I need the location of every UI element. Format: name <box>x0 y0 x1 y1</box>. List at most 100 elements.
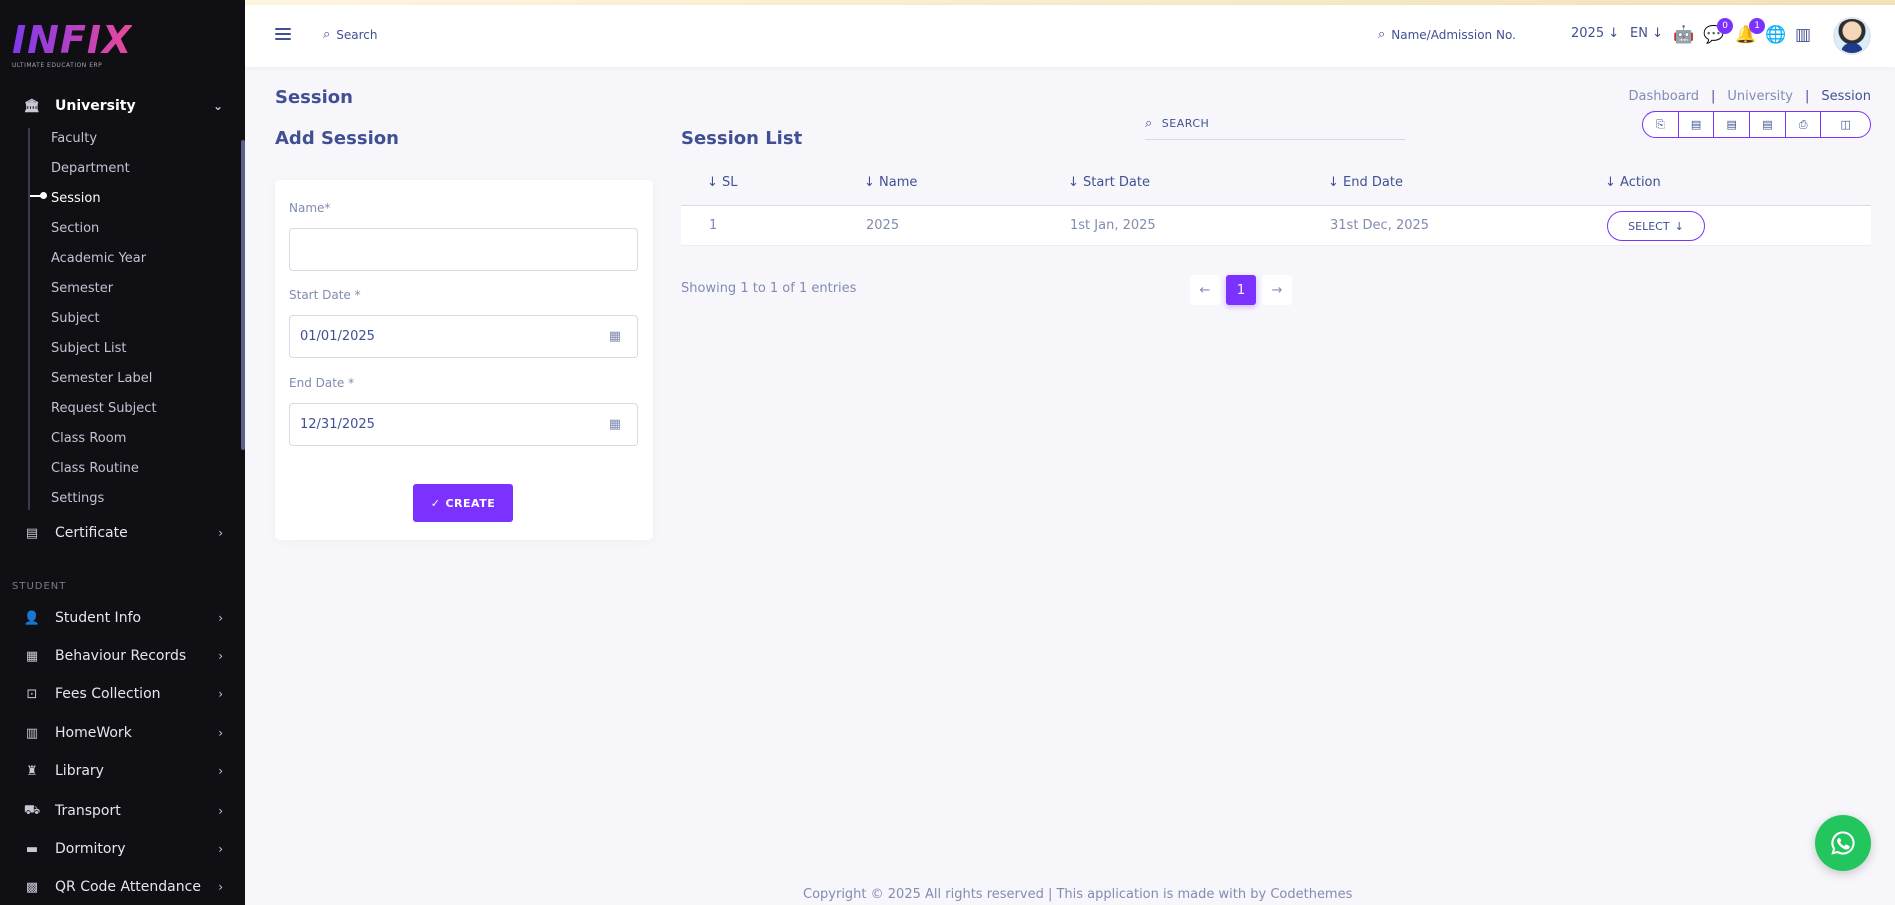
chevron-right-icon: › <box>218 804 223 818</box>
breadcrumb-dashboard[interactable]: Dashboard <box>1629 89 1700 104</box>
column-label: Action <box>1620 175 1661 190</box>
select-label: SELECT <box>1628 219 1670 233</box>
chart-icon[interactable]: ▥ <box>1795 25 1811 45</box>
sidebar-item-label: QR Code Attendance <box>55 879 201 895</box>
calendar-icon[interactable]: ▦ <box>609 417 621 432</box>
end-date-input[interactable]: 12/31/2025 ▦ <box>289 403 638 446</box>
excel-icon[interactable]: ▤ <box>1679 112 1715 137</box>
logo[interactable]: INFIX ULTIMATE EDUCATION ERP <box>12 20 132 69</box>
logo-text: INFIX <box>12 18 133 62</box>
csv-icon[interactable]: ▤ <box>1714 112 1751 137</box>
columns-icon[interactable]: ◫ <box>1821 112 1870 137</box>
export-button-group: ⎘ ▤ ▤ ▤ ⎙ ◫ <box>1642 111 1871 138</box>
robot-icon[interactable]: 🤖 <box>1673 25 1694 45</box>
column-start-date[interactable]: ↓ Start Date <box>1068 175 1150 190</box>
end-date-value: 12/31/2025 <box>300 417 375 432</box>
sidebar-subitem-class-room[interactable]: Class Room <box>51 431 126 446</box>
sidebar-section-student: STUDENT <box>12 581 67 592</box>
sidebar-subitem-academic-year[interactable]: Academic Year <box>51 251 146 266</box>
sidebar-subitem-semester[interactable]: Semester <box>51 281 113 296</box>
session-list-heading: Session List <box>681 128 803 149</box>
chevron-right-icon: › <box>218 764 223 778</box>
year-select[interactable]: 2025 ↓ <box>1571 26 1619 41</box>
sidebar-subitem-session[interactable]: Session <box>51 191 101 206</box>
sidebar-subitem-faculty[interactable]: Faculty <box>51 131 97 146</box>
breadcrumb-session: Session <box>1821 89 1871 104</box>
sidebar-item-homework[interactable]: ▥ HomeWork › <box>0 718 245 748</box>
chevron-right-icon: › <box>218 649 223 663</box>
sidebar-item-behaviour-records[interactable]: ▦ Behaviour Records › <box>0 641 245 671</box>
start-date-value: 01/01/2025 <box>300 329 375 344</box>
sidebar-subitem-semester-label[interactable]: Semester Label <box>51 371 152 386</box>
whatsapp-button[interactable] <box>1815 815 1871 871</box>
page-title: Session <box>275 87 353 108</box>
cell-sl: 1 <box>709 218 718 233</box>
column-label: SL <box>722 175 738 190</box>
sidebar-subitem-subject[interactable]: Subject <box>51 311 100 326</box>
sidebar-item-fees-collection[interactable]: ⊡ Fees Collection › <box>0 679 245 709</box>
list-search-placeholder: SEARCH <box>1161 117 1210 130</box>
column-name[interactable]: ↓ Name <box>864 175 917 190</box>
messages-badge: 0 <box>1717 18 1734 34</box>
globe-icon[interactable]: 🌐 <box>1765 25 1786 45</box>
next-page-button[interactable]: → <box>1262 275 1292 305</box>
footer-copyright: Copyright © 2025 All rights reserved | T… <box>803 887 1353 902</box>
sidebar-item-university[interactable]: 🏛 University ⌄ <box>0 91 245 121</box>
sidebar-subitem-class-routine[interactable]: Class Routine <box>51 461 139 476</box>
language-select[interactable]: EN ↓ <box>1630 26 1663 41</box>
menu-icon[interactable] <box>275 28 291 40</box>
select-action-button[interactable]: SELECT ↓ <box>1607 211 1705 241</box>
breadcrumb-separator: | <box>1805 89 1810 104</box>
create-button-label: CREATE <box>445 496 496 510</box>
column-end-date[interactable]: ↓ End Date <box>1328 175 1403 190</box>
start-date-label: Start Date * <box>289 288 361 302</box>
pagination: ← 1 → <box>1190 275 1292 305</box>
sidebar-subitem-request-subject[interactable]: Request Subject <box>51 401 157 416</box>
sidebar-item-label: Student Info <box>55 610 142 626</box>
sidebar-item-label: Dormitory <box>55 841 126 857</box>
bell-icon[interactable]: 🔔 1 <box>1735 18 1766 45</box>
sidebar-item-label: HomeWork <box>55 725 132 741</box>
name-input[interactable] <box>289 228 638 271</box>
sidebar-item-library[interactable]: ♜ Library › <box>0 756 245 786</box>
sidebar-item-certificate[interactable]: ▤ Certificate › <box>0 518 245 548</box>
sidebar-subitem-department[interactable]: Department <box>51 161 130 176</box>
calendar-icon[interactable]: ▦ <box>609 329 621 344</box>
sidebar-item-student-info[interactable]: 👤 Student Info › <box>0 603 245 633</box>
column-label: Start Date <box>1083 175 1150 190</box>
sidebar-item-qr-code-attendance[interactable]: ▩ QR Code Attendance › <box>0 872 245 902</box>
sidebar-subitem-section[interactable]: Section <box>51 221 99 236</box>
column-action[interactable]: ↓ Action <box>1605 175 1661 190</box>
search-icon: ⌕ <box>323 27 331 42</box>
print-icon[interactable]: ⎙ <box>1786 112 1822 137</box>
arrow-down-icon: ↓ <box>1608 26 1620 41</box>
breadcrumb-university[interactable]: University <box>1727 89 1793 104</box>
column-sl[interactable]: ↓ SL <box>707 175 738 190</box>
create-button[interactable]: ✓ CREATE <box>413 484 513 522</box>
sidebar-scrollbar[interactable] <box>241 140 245 450</box>
add-session-form: Name* Start Date * 01/01/2025 ▦ End Date… <box>275 180 653 540</box>
sidebar: INFIX ULTIMATE EDUCATION ERP 🏛 Universit… <box>0 0 245 905</box>
pdf-icon[interactable]: ▤ <box>1750 112 1786 137</box>
bus-icon: ⛟ <box>23 802 41 818</box>
records-icon: ▦ <box>25 648 39 664</box>
avatar[interactable] <box>1833 17 1871 55</box>
chat-icon[interactable]: 💬 0 <box>1703 18 1734 45</box>
sidebar-subitem-subject-list[interactable]: Subject List <box>51 341 126 356</box>
sidebar-item-dormitory[interactable]: ▬ Dormitory › <box>0 834 245 864</box>
sidebar-item-transport[interactable]: ⛟ Transport › <box>0 796 245 826</box>
sidebar-subitem-settings[interactable]: Settings <box>51 491 104 506</box>
admission-search[interactable]: ⌕ Name/Admission No. <box>1378 27 1516 42</box>
top-search-label: Search <box>336 27 378 42</box>
prev-page-button[interactable]: ← <box>1190 275 1220 305</box>
breadcrumb: Dashboard | University | Session <box>1629 89 1872 104</box>
page-button[interactable]: 1 <box>1226 275 1256 305</box>
arrow-down-icon: ↓ <box>1674 219 1684 233</box>
bed-icon: ▬ <box>25 841 39 857</box>
copy-icon[interactable]: ⎘ <box>1643 112 1679 137</box>
cell-name: 2025 <box>866 218 900 233</box>
list-search-input[interactable]: ⌕ SEARCH <box>1145 108 1405 140</box>
top-search[interactable]: ⌕ Search <box>323 27 378 42</box>
start-date-input[interactable]: 01/01/2025 ▦ <box>289 315 638 358</box>
topbar: ⌕ Search ⌕ Name/Admission No. 2025 ↓ EN … <box>245 5 1895 67</box>
